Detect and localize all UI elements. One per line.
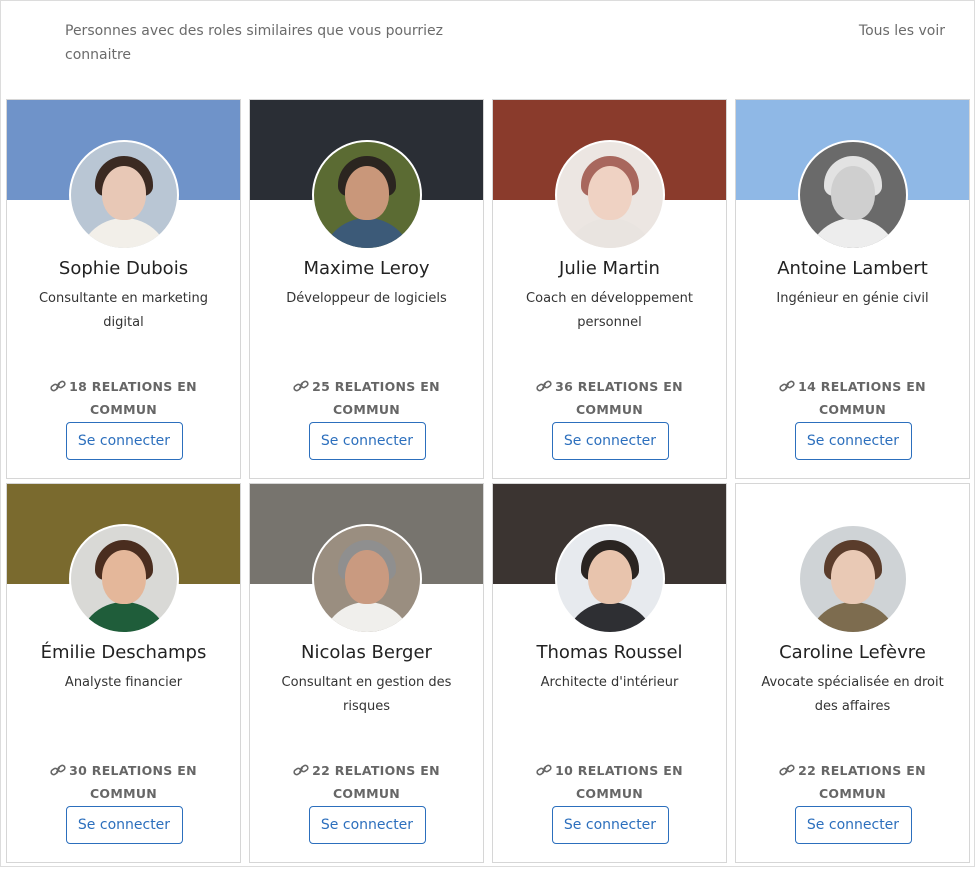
person-name[interactable]: Thomas Roussel xyxy=(493,640,726,666)
avatar-body xyxy=(77,218,170,248)
avatar-body xyxy=(320,218,413,248)
mutual-connections: 10 RELATIONS EN COMMUN xyxy=(517,759,702,805)
link-icon xyxy=(536,763,555,778)
person-card: Émilie Deschamps Analyste financier 30 REL… xyxy=(6,483,241,863)
connect-button[interactable]: Se connecter xyxy=(65,806,183,844)
connect-button[interactable]: Se connecter xyxy=(794,422,912,460)
link-icon xyxy=(536,379,555,394)
person-name[interactable]: Maxime Leroy xyxy=(250,256,483,282)
mutual-count-label: 18 RELATIONS EN COMMUN xyxy=(69,379,197,417)
person-title: Ingénieur en génie civil xyxy=(776,291,929,306)
mutual-connections: 25 RELATIONS EN COMMUN xyxy=(274,375,459,421)
person-name[interactable]: Antoine Lambert xyxy=(736,256,969,282)
avatar-face xyxy=(587,166,632,220)
avatar-face xyxy=(101,550,146,604)
avatar[interactable] xyxy=(68,140,179,250)
mutual-count-label: 22 RELATIONS EN COMMUN xyxy=(798,763,926,801)
avatar[interactable] xyxy=(68,524,179,634)
person-card: Sophie Dubois Consultante en marketing di… xyxy=(6,99,241,479)
mutual-connections: 36 RELATIONS EN COMMUN xyxy=(517,375,702,421)
connect-button[interactable]: Se connecter xyxy=(308,806,426,844)
connect-button[interactable]: Se connecter xyxy=(308,422,426,460)
avatar-body xyxy=(563,218,656,248)
connect-button[interactable]: Se connecter xyxy=(551,806,669,844)
link-icon xyxy=(293,763,312,778)
person-title: Analyste financier xyxy=(64,675,183,690)
person-title: Coach en développement personnel xyxy=(526,291,693,330)
avatar-face xyxy=(344,166,389,220)
mutual-count-label: 30 RELATIONS EN COMMUN xyxy=(69,763,197,801)
mutual-count-label: 14 RELATIONS EN COMMUN xyxy=(798,379,926,417)
person-name[interactable]: Julie Martin xyxy=(493,256,726,282)
link-icon xyxy=(779,763,798,778)
link-icon xyxy=(50,763,69,778)
mutual-connections: 18 RELATIONS EN COMMUN xyxy=(31,375,216,421)
avatar-face xyxy=(101,166,146,220)
suggestions-panel: Personnes avec des roles similaires que … xyxy=(0,0,975,867)
person-card: Nicolas Berger Consultant en gestion des … xyxy=(249,483,484,863)
mutual-count-label: 22 RELATIONS EN COMMUN xyxy=(312,763,440,801)
person-name[interactable]: Émilie Deschamps xyxy=(7,640,240,666)
mutual-count-label: 36 RELATIONS EN COMMUN xyxy=(555,379,683,417)
person-title: Avocate spécialisée en droit des affaire… xyxy=(761,675,944,714)
connect-button[interactable]: Se connecter xyxy=(794,806,912,844)
person-name[interactable]: Sophie Dubois xyxy=(7,256,240,282)
person-title: Consultant en gestion des risques xyxy=(281,675,452,714)
link-icon xyxy=(779,379,798,394)
person-card: Caroline Lefèvre Avocate spécialisée en d… xyxy=(735,483,970,863)
mutual-connections: 22 RELATIONS EN COMMUN xyxy=(274,759,459,805)
avatar-body xyxy=(320,602,413,632)
mutual-connections: 22 RELATIONS EN COMMUN xyxy=(760,759,945,805)
person-name[interactable]: Nicolas Berger xyxy=(250,640,483,666)
avatar[interactable] xyxy=(554,140,665,250)
avatar-body xyxy=(77,602,170,632)
avatar-face xyxy=(830,550,875,604)
person-title: Architecte d'intérieur xyxy=(540,675,679,690)
avatar-body xyxy=(806,218,899,248)
person-title: Consultante en marketing digital xyxy=(38,291,209,330)
person-card: Antoine Lambert Ingénieur en génie civil 1… xyxy=(735,99,970,479)
connect-button[interactable]: Se connecter xyxy=(551,422,669,460)
avatar[interactable] xyxy=(311,140,422,250)
mutual-count-label: 10 RELATIONS EN COMMUN xyxy=(555,763,683,801)
person-card: Julie Martin Coach en développement perso… xyxy=(492,99,727,479)
mutual-connections: 14 RELATIONS EN COMMUN xyxy=(760,375,945,421)
avatar-body xyxy=(806,602,899,632)
avatar[interactable] xyxy=(554,524,665,634)
avatar-face xyxy=(830,166,875,220)
avatar[interactable] xyxy=(797,524,908,634)
avatar[interactable] xyxy=(797,140,908,250)
section-title: Personnes avec des roles similaires que … xyxy=(65,23,444,63)
see-all-link[interactable]: Tous les voir xyxy=(859,19,945,43)
connect-button[interactable]: Se connecter xyxy=(65,422,183,460)
link-icon xyxy=(50,379,69,394)
mutual-count-label: 25 RELATIONS EN COMMUN xyxy=(312,379,440,417)
avatar-face xyxy=(344,550,389,604)
link-icon xyxy=(293,379,312,394)
avatar-face xyxy=(587,550,632,604)
person-card: Maxime Leroy Développeur de logiciels 25 R… xyxy=(249,99,484,479)
person-card: Thomas Roussel Architecte d'intérieur 10 R… xyxy=(492,483,727,863)
person-title: Développeur de logiciels xyxy=(286,291,447,306)
avatar[interactable] xyxy=(311,524,422,634)
avatar-body xyxy=(563,602,656,632)
person-name[interactable]: Caroline Lefèvre xyxy=(736,640,969,666)
mutual-connections: 30 RELATIONS EN COMMUN xyxy=(31,759,216,805)
